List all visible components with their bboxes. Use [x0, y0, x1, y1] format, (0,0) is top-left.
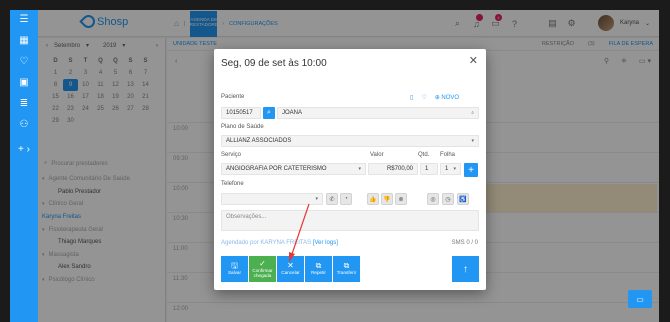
- valor-value: R$700,00: [386, 166, 413, 172]
- valor-field[interactable]: R$700,00: [368, 163, 418, 175]
- accessibility-icon[interactable]: ♿: [457, 193, 469, 205]
- plano-label: Plano de Saúde: [221, 124, 264, 130]
- phone-icon[interactable]: ✆: [326, 193, 338, 205]
- servico-select[interactable]: ANGIOGRAFIA POR CATETERISMO ▾: [221, 163, 366, 175]
- paciente-label: Paciente: [221, 94, 245, 100]
- chat-button[interactable]: ▭: [628, 290, 652, 308]
- save-icon: 🖫: [231, 261, 238, 271]
- action-label: Salvar: [227, 270, 242, 276]
- patient-id: 10150517: [226, 110, 253, 116]
- action-label: Confirmar chegada: [252, 267, 273, 278]
- qtd-field[interactable]: 1: [420, 163, 438, 175]
- valor-label: Valor: [370, 152, 384, 158]
- search-icon: ⌕: [471, 110, 474, 116]
- scheduled-by-text: Agendado por KARYNA FREITAS: [221, 240, 312, 246]
- block-icon[interactable]: ⊗: [395, 193, 407, 205]
- thumbs-up-icon[interactable]: 👍: [367, 193, 379, 205]
- icon-rail: ☰ ▦ ♡ ▣ ≣ ⚇ + ›: [10, 10, 38, 322]
- reports-icon[interactable]: ⚇: [10, 114, 38, 135]
- cancelar-button[interactable]: ✕ Cancelar: [277, 256, 304, 282]
- appointment-modal: Seg, 09 de set às 10:00 ✕ Paciente ▯ ♡ ⊕…: [214, 49, 486, 290]
- money-icon[interactable]: ◎: [427, 193, 439, 205]
- plano-select[interactable]: ALLIANZ ASSOCIADOS ▾: [221, 135, 479, 147]
- close-icon[interactable]: ✕: [469, 56, 478, 67]
- caret-icon: ▾: [471, 138, 474, 144]
- add-service-button[interactable]: +: [464, 163, 478, 177]
- plus-icon[interactable]: + ›: [10, 139, 38, 160]
- action-label: Transferir: [336, 270, 357, 276]
- menu-icon[interactable]: ☰: [10, 10, 38, 30]
- database-icon[interactable]: ≣: [10, 93, 38, 114]
- folha-select[interactable]: 1 ▾: [440, 163, 461, 175]
- scheduled-by: Agendado por KARYNA FREITAS [Ver logs]: [221, 240, 338, 246]
- action-buttons: 🖫 Salvar ✓ Confirmar chegada ✕ Cancelar ⧉ Repet…: [221, 256, 360, 282]
- folha-value: 1: [445, 166, 449, 172]
- calendar-icon[interactable]: ▦: [10, 30, 38, 51]
- search-icon: ⌕: [267, 109, 271, 116]
- box-icon[interactable]: ▣: [10, 72, 38, 93]
- search-patient-button[interactable]: ⌕: [263, 107, 275, 119]
- check-icon: ✓: [259, 258, 266, 268]
- action-label: Cancelar: [281, 270, 300, 276]
- copy-icon: ⧉: [315, 261, 322, 271]
- folha-label: Folha: [440, 152, 456, 158]
- patient-tools: ▯ ♡ ⊕ NOVO: [410, 94, 459, 101]
- whatsapp-icon[interactable]: ◔: [340, 193, 352, 205]
- plus-icon: +: [468, 164, 474, 176]
- telefone-label: Telefone: [221, 181, 244, 187]
- scroll-up-button[interactable]: ↑: [452, 256, 479, 282]
- heart-icon[interactable]: ♡: [421, 94, 426, 101]
- qtd-label: Qtd.: [418, 152, 430, 158]
- clock-icon[interactable]: ◷: [442, 193, 454, 205]
- chat-bubble-icon: ▭: [636, 294, 644, 304]
- caret-icon: ▾: [453, 166, 456, 172]
- action-label: Repetir: [311, 270, 326, 276]
- caret-icon: ▾: [315, 196, 318, 202]
- patient-id-field[interactable]: 10150517: [221, 107, 261, 119]
- patient-name-field[interactable]: JOANA ⌕: [277, 107, 479, 119]
- heart-icon[interactable]: ♡: [10, 51, 38, 72]
- salvar-button[interactable]: 🖫 Salvar: [221, 256, 248, 282]
- repetir-button[interactable]: ⧉ Repetir: [305, 256, 332, 282]
- servico-label: Serviço: [221, 152, 242, 158]
- transfer-icon: ⧉: [343, 261, 350, 271]
- plano-value: ALLIANZ ASSOCIADOS: [226, 138, 292, 144]
- servico-value: ANGIOGRAFIA POR CATETERISMO: [226, 166, 327, 172]
- qtd-value: 1: [425, 166, 429, 172]
- thumbs-down-icon[interactable]: 👎: [381, 193, 393, 205]
- observacoes-placeholder: Observações...: [226, 214, 267, 220]
- telefone-select[interactable]: ▾: [221, 193, 323, 205]
- sms-counter: SMS 0 / 0: [451, 240, 478, 246]
- confirmar-button[interactable]: ✓ Confirmar chegada: [249, 256, 276, 282]
- document-icon[interactable]: ▯: [410, 94, 413, 101]
- arrow-up-icon: ↑: [463, 263, 468, 275]
- app: Shosp ⌂ | AGENDA DE PRESTADORES › CONFIG…: [38, 10, 659, 322]
- view-logs-link[interactable]: [Ver logs]: [313, 240, 338, 246]
- patient-name: JOANA: [282, 110, 303, 116]
- transferir-button[interactable]: ⧉ Transferir: [333, 256, 360, 282]
- add-patient-button[interactable]: ⊕ NOVO: [435, 94, 459, 101]
- close-icon: ✕: [287, 261, 294, 271]
- observacoes-textarea[interactable]: Observações...: [221, 210, 479, 231]
- novo-label: NOVO: [441, 95, 460, 101]
- modal-title: Seg, 09 de set às 10:00: [221, 58, 327, 69]
- caret-icon: ▾: [358, 166, 361, 172]
